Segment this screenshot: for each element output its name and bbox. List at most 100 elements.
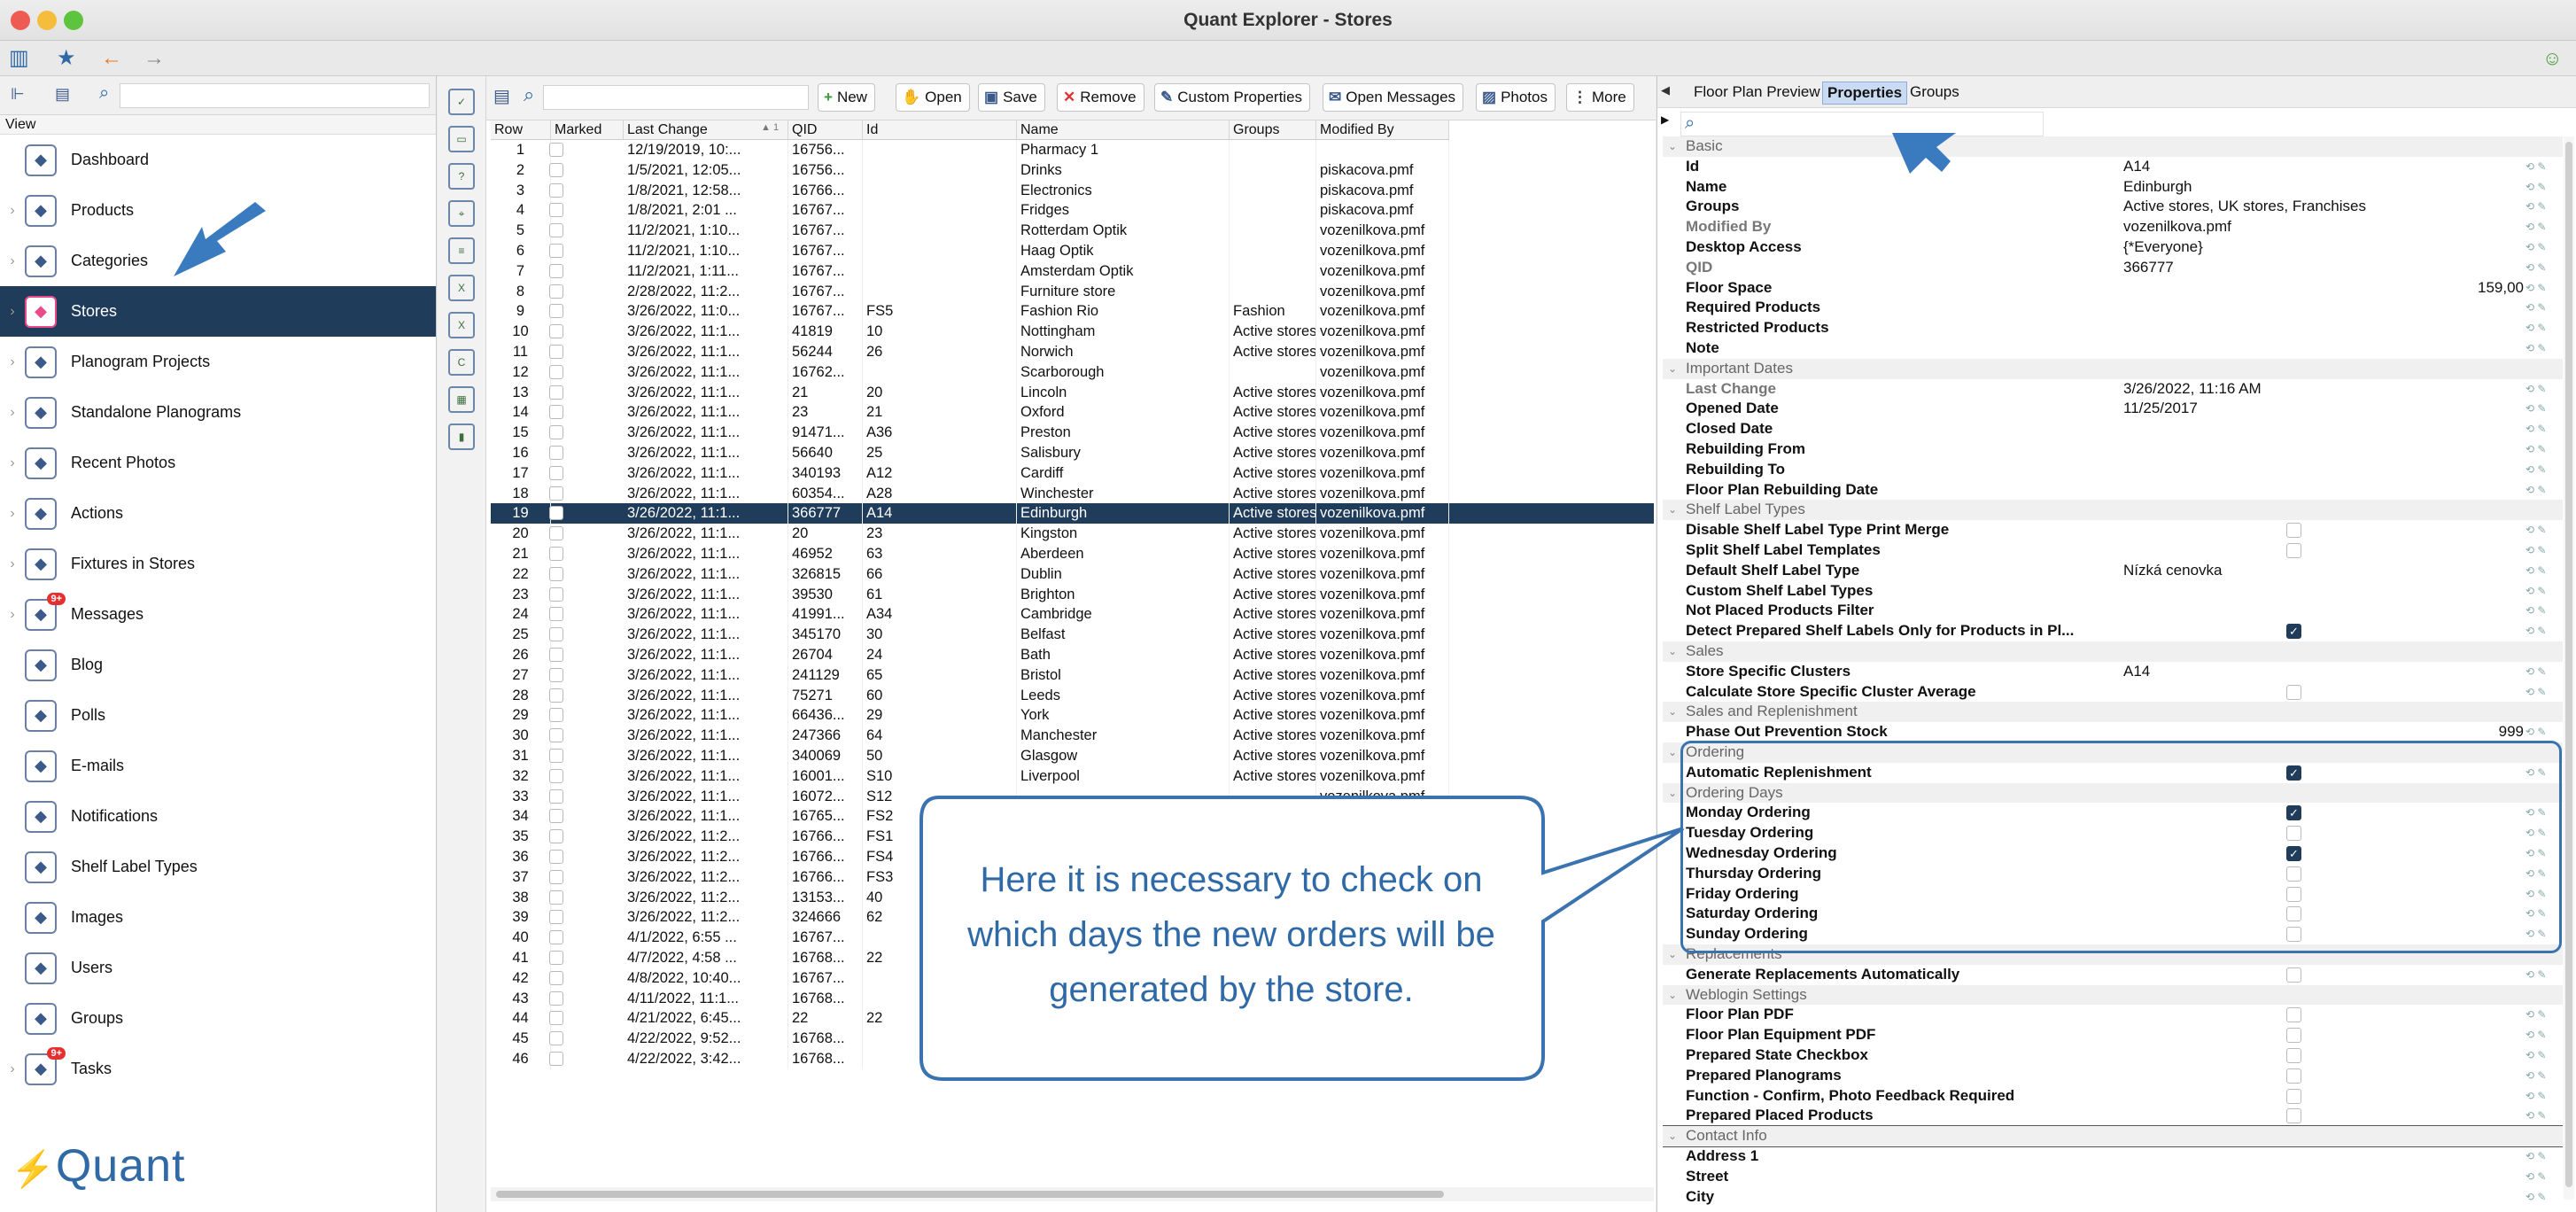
sidebar-item-dashboard[interactable]: ◆ Dashboard	[0, 135, 436, 185]
property-checkbox[interactable]	[2286, 967, 2301, 983]
property-value[interactable]: 366777	[2123, 258, 2174, 278]
marked-checkbox[interactable]	[549, 850, 563, 864]
list-search-input[interactable]	[543, 85, 809, 110]
sidebar-item-images[interactable]: ◆ Images	[0, 892, 436, 943]
sidebar-item-recent-photos[interactable]: › ◆ Recent Photos	[0, 438, 436, 488]
marked-checkbox[interactable]	[549, 263, 563, 278]
sidebar-item-groups[interactable]: ◆ Groups	[0, 993, 436, 1044]
back-arrow-icon[interactable]: ←	[101, 47, 122, 70]
property-value[interactable]: Edinburgh	[2123, 177, 2192, 198]
layout-icon[interactable]: ▤	[493, 85, 510, 107]
marked-checkbox[interactable]	[549, 324, 563, 339]
property-row[interactable]: Street ⟲ ✎	[1663, 1167, 2563, 1187]
table-row[interactable]: 23 3/26/2022, 11:1... 39530 61 Brighton Activ…	[491, 584, 1654, 605]
reset-edit-icon[interactable]: ⟲ ✎	[2526, 1008, 2552, 1021]
marked-checkbox[interactable]	[549, 526, 563, 541]
reset-edit-icon[interactable]: ⟲ ✎	[2526, 604, 2552, 617]
property-checkbox[interactable]	[2286, 1108, 2301, 1124]
property-row[interactable]: Modified By vozenilkova.pmf ⟲ ✎	[1663, 217, 2563, 237]
marked-checkbox[interactable]	[549, 587, 563, 602]
marked-checkbox[interactable]	[549, 890, 563, 905]
navigation-search-input[interactable]	[120, 83, 430, 108]
reset-edit-icon[interactable]: ⟲ ✎	[2526, 1150, 2552, 1162]
reset-edit-icon[interactable]: ⟲ ✎	[2526, 564, 2552, 577]
tab-floor-plan-preview[interactable]: Floor Plan Preview	[1689, 82, 1825, 103]
reset-edit-icon[interactable]: ⟲ ✎	[2526, 1090, 2552, 1102]
property-value[interactable]: 999	[2499, 722, 2524, 742]
property-row[interactable]: Note ⟲ ✎	[1663, 338, 2563, 359]
property-row[interactable]: Required Products ⟲ ✎	[1663, 298, 2563, 318]
reset-edit-icon[interactable]: ⟲ ✎	[2526, 1170, 2552, 1183]
chevron-right-icon[interactable]: ›	[0, 556, 25, 572]
property-row[interactable]: Id A14 ⟲ ✎	[1663, 157, 2563, 177]
chevron-down-icon[interactable]: ⌄	[1668, 783, 1677, 804]
property-row[interactable]: Floor Space 159,00 ⟲ ✎	[1663, 278, 2563, 299]
marked-checkbox[interactable]	[549, 465, 563, 480]
table-row[interactable]: 9 3/26/2022, 11:0... 16767... FS5 Fashion Ri…	[491, 301, 1654, 322]
chevron-right-icon[interactable]: ›	[0, 203, 25, 219]
property-row[interactable]: Split Shelf Label Templates ⟲ ✎	[1663, 540, 2563, 561]
excel-export-icon[interactable]: X	[448, 275, 475, 301]
table-row[interactable]: 11 3/26/2022, 11:1... 56244 26 Norwich Active…	[491, 342, 1654, 362]
table-row[interactable]: 20 3/26/2022, 11:1... 20 23 Kingston Active s…	[491, 524, 1654, 544]
collapse-left-icon[interactable]: ◀	[1661, 83, 1670, 97]
reset-edit-icon[interactable]: ⟲ ✎	[2526, 968, 2552, 981]
reset-edit-icon[interactable]: ⟲ ✎	[2526, 443, 2552, 455]
chevron-down-icon[interactable]: ⌄	[1668, 136, 1677, 157]
property-row[interactable]: QID 366777 ⟲ ✎	[1663, 258, 2563, 278]
table-row[interactable]: 8 2/28/2022, 11:2... 16767... Furniture sto…	[491, 281, 1654, 302]
column-header[interactable]: Marked	[551, 120, 624, 140]
reset-edit-icon[interactable]: ⟲ ✎	[2526, 463, 2552, 476]
table-row[interactable]: 45 4/22/2022, 9:52... 16768... avanek.pmf	[491, 1029, 1654, 1049]
more-button[interactable]: ⋮ More	[1566, 83, 1634, 112]
reset-edit-icon[interactable]: ⟲ ✎	[2526, 484, 2552, 496]
vertical-scrollbar[interactable]	[2564, 136, 2574, 1200]
horizontal-scrollbar[interactable]	[491, 1187, 1654, 1201]
property-value[interactable]: Active stores, UK stores, Franchises	[2123, 197, 2366, 217]
property-value[interactable]: {*Everyone}	[2123, 237, 2203, 258]
marked-checkbox[interactable]	[549, 667, 563, 682]
property-category[interactable]: ⌄ Shelf Label Types	[1663, 500, 2563, 521]
property-category[interactable]: ⌄ Sales and Replenishment	[1663, 702, 2563, 723]
tab-properties[interactable]: Properties	[1822, 82, 1908, 105]
chevron-right-icon[interactable]: ›	[0, 354, 25, 370]
marked-checkbox[interactable]	[549, 183, 563, 198]
property-value[interactable]: A14	[2123, 157, 2150, 177]
property-row[interactable]: Closed Date ⟲ ✎	[1663, 419, 2563, 439]
marked-checkbox[interactable]	[549, 869, 563, 884]
chevron-right-icon[interactable]: ›	[0, 253, 25, 269]
marked-checkbox[interactable]	[549, 1011, 563, 1026]
property-value[interactable]: vozenilkova.pmf	[2123, 217, 2231, 237]
chevron-down-icon[interactable]: ⌄	[1668, 944, 1677, 965]
sidebar-item-messages[interactable]: › ◆ 9+ Messages	[0, 589, 436, 640]
remove-button[interactable]: ✕ Remove	[1057, 83, 1144, 112]
property-row[interactable]: Prepared Placed Products ⟲ ✎	[1663, 1106, 2563, 1126]
tree-view-icon[interactable]: ⊩	[11, 85, 25, 104]
sidebar-item-polls[interactable]: ◆ Polls	[0, 690, 436, 741]
reset-edit-icon[interactable]: ⟲ ✎	[2526, 544, 2552, 556]
property-checkbox[interactable]	[2286, 684, 2301, 700]
reset-edit-icon[interactable]: ⟲ ✎	[2526, 585, 2552, 597]
table-row[interactable]: 31 3/26/2022, 11:1... 340069 50 Glasgow Activ…	[491, 746, 1654, 766]
table-row[interactable]: 12 3/26/2022, 11:1... 16762... Scarborough v…	[491, 361, 1654, 383]
table-row[interactable]: 24 3/26/2022, 11:1... 41991... A34 Cambridge…	[491, 604, 1654, 625]
custom-properties-button[interactable]: ✎ Custom Properties	[1154, 83, 1311, 112]
document-icon[interactable]: ≡	[448, 237, 475, 264]
chevron-down-icon[interactable]: ⌄	[1668, 500, 1677, 520]
property-row[interactable]: Detect Prepared Shelf Labels Only for Pr…	[1663, 621, 2563, 641]
chevron-down-icon[interactable]: ⌄	[1668, 702, 1677, 722]
property-row[interactable]: Floor Plan Equipment PDF ⟲ ✎	[1663, 1025, 2563, 1045]
marked-checkbox[interactable]	[549, 627, 563, 642]
property-checkbox[interactable]	[2286, 523, 2301, 539]
marked-checkbox[interactable]	[549, 1052, 563, 1066]
open-messages-button[interactable]: ✉ Open Messages	[1323, 83, 1464, 112]
save-button[interactable]: ▣ Save	[978, 83, 1045, 112]
property-checkbox[interactable]	[2286, 543, 2301, 558]
sidebar-item-e-mails[interactable]: ◆ E-mails	[0, 741, 436, 791]
chevron-right-icon[interactable]: ›	[0, 405, 25, 421]
reset-edit-icon[interactable]: ⟲ ✎	[2526, 1109, 2552, 1122]
table-row[interactable]: 3 1/8/2021, 12:58... 16766... Electronics pi…	[491, 180, 1654, 201]
reset-edit-icon[interactable]: ⟲ ✎	[2526, 282, 2552, 294]
property-row[interactable]: Name Edinburgh ⟲ ✎	[1663, 177, 2563, 198]
table-row[interactable]: 46 4/22/2022, 3:42... 16768... gobelova.pmf	[491, 1049, 1654, 1069]
